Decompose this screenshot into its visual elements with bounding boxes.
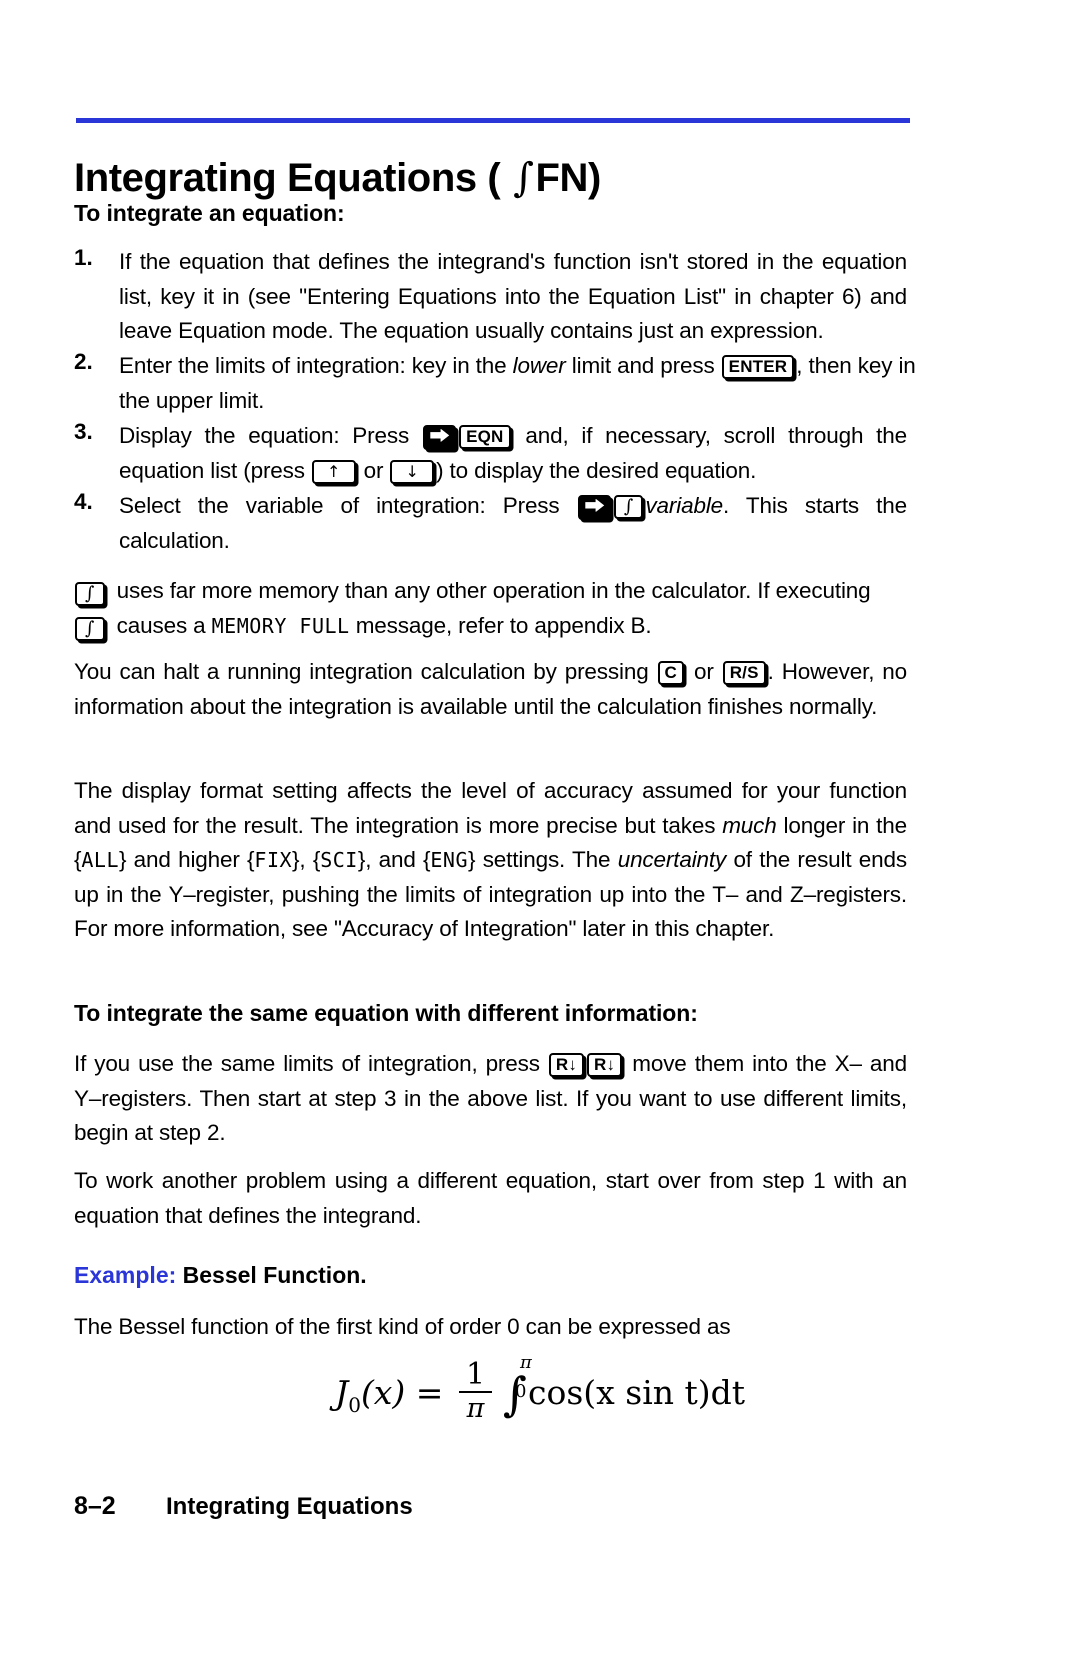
- step-1-number: 1.: [74, 245, 93, 270]
- emphasis-uncertainty: uncertainty: [617, 847, 727, 873]
- document-page: Integrating Equations ( ∫FN) To integrat…: [0, 0, 1080, 1672]
- eqn-key[interactable]: EQN: [459, 425, 511, 449]
- integral-symbol-icon: ∫: [513, 154, 534, 201]
- formula-fraction: 1π: [458, 1357, 493, 1422]
- step-2-emphasis: lower: [512, 353, 566, 378]
- arrow-down-key[interactable]: ↓: [390, 459, 435, 484]
- step-2-text-b: limit and press: [565, 353, 721, 378]
- heading-same-equation: To integrate the same equation with diff…: [74, 1000, 698, 1026]
- memory-note-text-2b: message, refer to appendix B.: [349, 613, 652, 638]
- page-title-suffix: FN): [535, 155, 602, 200]
- step-3-text: Display the equation: Press ⮕ EQN and, if…: [119, 419, 907, 488]
- example-intro: The Bessel function of the first kind of…: [74, 1314, 731, 1339]
- integral-key[interactable]: ∫: [613, 495, 644, 519]
- display-mode-sci: SCI: [320, 848, 358, 873]
- run-stop-key[interactable]: R/S: [722, 661, 766, 685]
- same-equation-paragraph-1: If you use the same limits of integratio…: [74, 1047, 907, 1151]
- emphasis-much: much: [722, 812, 777, 838]
- example-label: Example:: [74, 1262, 177, 1288]
- step-4-emphasis: variable: [645, 493, 724, 518]
- title-rule: [76, 118, 910, 123]
- enter-key[interactable]: ENTER: [721, 355, 795, 379]
- halt-note-paragraph: You can halt a running integration calcu…: [74, 655, 907, 724]
- bessel-formula: J0(x) = 1 π ∫ π 0 cos(x sin t)dt: [334, 1352, 746, 1424]
- formula-integrand: cos(x sin t)dt: [528, 1373, 746, 1412]
- roll-down-key[interactable]: R↓: [587, 1053, 623, 1077]
- display-mode-all: ALL: [81, 848, 119, 873]
- roll-down-key[interactable]: R↓: [548, 1053, 585, 1077]
- display-format-text-f: } settings. The: [468, 847, 618, 873]
- memory-note-text-1: uses far more memory than any other oper…: [110, 578, 871, 603]
- step-4-text: Select the variable of integration: Pres…: [119, 489, 907, 558]
- page-title: Integrating Equations ( ∫FN): [74, 155, 934, 201]
- formula-fraction-denominator: π: [458, 1391, 493, 1422]
- formula-order-subscript: 0: [348, 1393, 361, 1417]
- step-1-text: If the equation that defines the integra…: [119, 249, 907, 344]
- step-3-text-d: ) to display the desired equation.: [436, 457, 757, 483]
- integral-key[interactable]: ∫: [75, 582, 105, 606]
- step-4-number: 4.: [74, 489, 93, 514]
- arrow-up-key[interactable]: ↑: [311, 459, 356, 484]
- step-3-number: 3.: [74, 419, 93, 444]
- memory-note-line-2: ∫ causes a MEMORY FULL message, refer to…: [74, 608, 914, 644]
- halt-note-text-a: You can halt a running integration calcu…: [74, 659, 657, 684]
- display-format-text-d: }, {: [292, 847, 321, 873]
- step-4-text-a: Select the variable of integration: Pres…: [119, 493, 577, 518]
- memory-note-text-2a: causes a: [110, 613, 212, 638]
- step-3-text-c: or: [357, 457, 390, 483]
- same-equation-paragraph-2: To work another problem using a differen…: [74, 1168, 907, 1228]
- memory-note-line-1: ∫ uses far more memory than any other op…: [74, 573, 914, 608]
- page-title-prefix: Integrating Equations (: [74, 155, 512, 200]
- shift-key[interactable]: ⮕: [422, 425, 457, 450]
- display-format-text-e: }, and {: [357, 847, 431, 873]
- footer-page-number: 8–2: [74, 1492, 116, 1520]
- clear-key[interactable]: C: [657, 661, 685, 685]
- display-format-text-c: } and higher {: [119, 847, 255, 873]
- step-3-text-a: Display the equation: Press: [119, 423, 422, 448]
- same-equation-text-a: If you use the same limits of integratio…: [74, 1051, 548, 1076]
- example-title: Bessel Function.: [176, 1262, 367, 1288]
- memory-full-message: MEMORY FULL: [211, 614, 350, 638]
- display-mode-eng: ENG: [430, 848, 469, 873]
- display-mode-fix: FIX: [254, 848, 293, 873]
- shift-key[interactable]: ⮕: [577, 495, 611, 520]
- step-2-text: Enter the limits of integration: key in …: [119, 349, 919, 418]
- example-heading: Example: Bessel Function.: [74, 1262, 367, 1289]
- integral-key[interactable]: ∫: [75, 617, 105, 641]
- display-format-paragraph: The display format setting affects the l…: [74, 774, 907, 947]
- formula-variable: (x) =: [360, 1373, 454, 1412]
- step-2-number: 2.: [74, 349, 93, 374]
- formula-function-name: J: [334, 1373, 349, 1412]
- formula-fraction-numerator: 1: [465, 1357, 486, 1392]
- step-2-text-a: Enter the limits of integration: key in …: [119, 353, 513, 378]
- footer-section-name: Integrating Equations: [166, 1493, 413, 1520]
- heading-to-integrate-an-equation: To integrate an equation:: [74, 200, 345, 226]
- halt-note-text-b: or: [686, 659, 722, 684]
